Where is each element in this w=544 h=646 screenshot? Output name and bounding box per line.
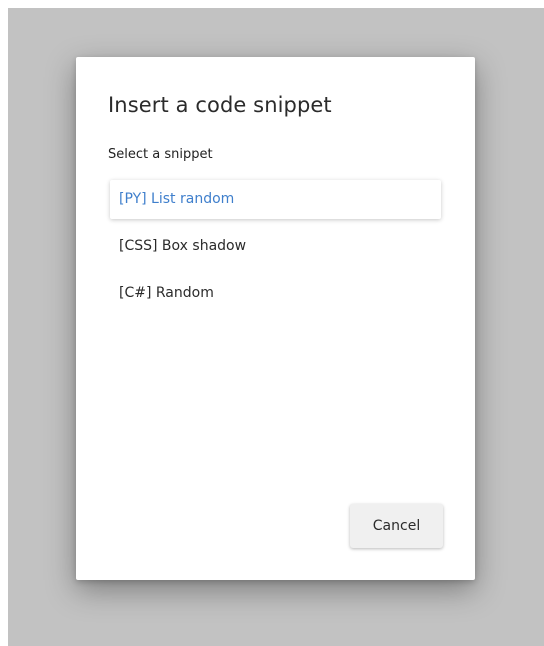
snippet-list: [PY] List random [CSS] Box shadow [C#] R… (110, 180, 441, 321)
snippet-item-css-box-shadow[interactable]: [CSS] Box shadow (110, 227, 441, 266)
snippet-list-label: Select a snippet (108, 147, 213, 162)
dialog-title: Insert a code snippet (108, 93, 332, 117)
insert-snippet-dialog: Insert a code snippet Select a snippet [… (76, 57, 475, 580)
cancel-button[interactable]: Cancel (350, 504, 443, 548)
snippet-item-csharp-random[interactable]: [C#] Random (110, 274, 441, 313)
snippet-item-py-list-random[interactable]: [PY] List random (110, 180, 441, 219)
